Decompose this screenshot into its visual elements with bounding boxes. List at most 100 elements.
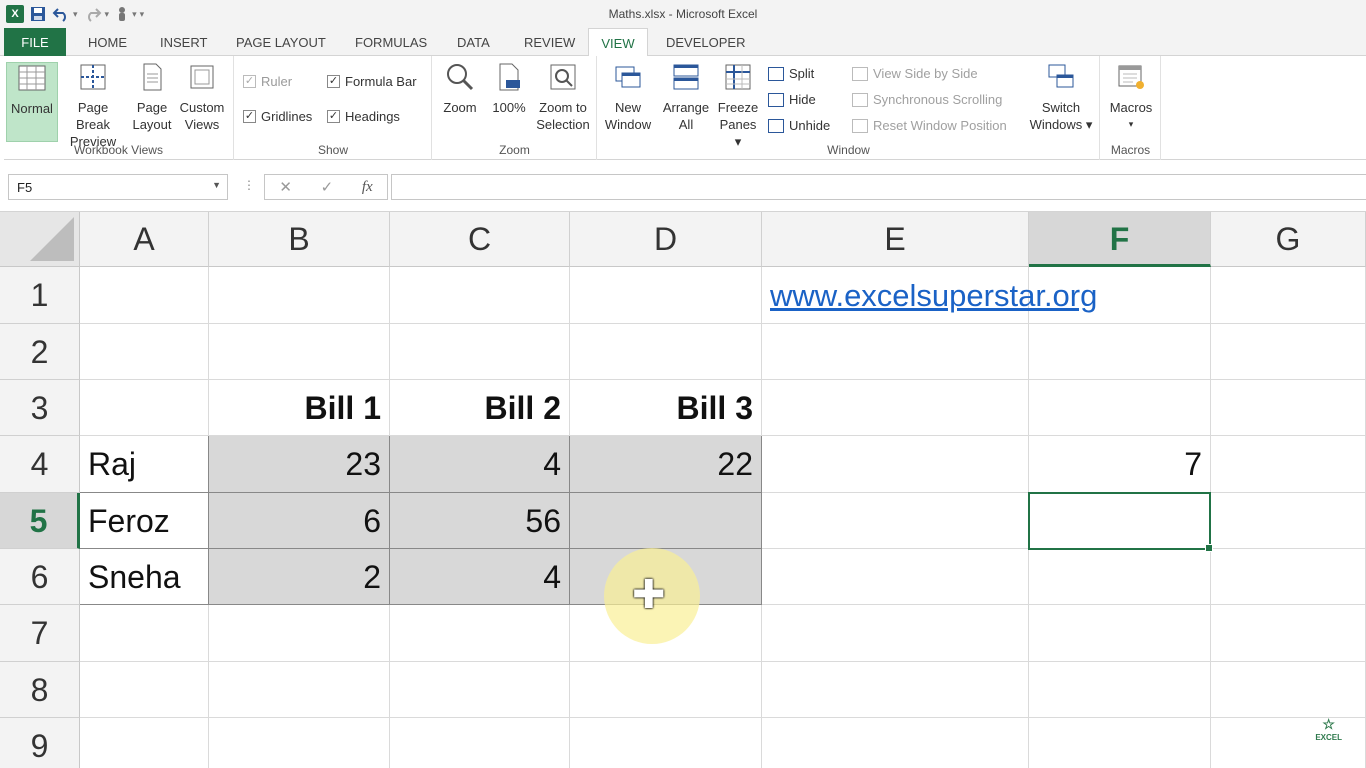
- headings-checkbox[interactable]: ✓ Headings: [327, 109, 400, 124]
- tab-review[interactable]: REVIEW: [524, 28, 575, 56]
- arrange-all-button[interactable]: Arrange All: [658, 62, 714, 133]
- cancel-icon[interactable]: ✕: [279, 178, 292, 196]
- grid-cell[interactable]: [1211, 549, 1366, 605]
- grid-cell[interactable]: [1029, 718, 1211, 768]
- column-header-e[interactable]: E: [762, 212, 1029, 267]
- grid-cell[interactable]: [1029, 605, 1211, 662]
- column-header-g[interactable]: G: [1211, 212, 1366, 267]
- insert-function-icon[interactable]: fx: [362, 179, 373, 196]
- active-cell-selection[interactable]: [1028, 492, 1213, 552]
- column-header-d[interactable]: D: [570, 212, 762, 267]
- column-header-f[interactable]: F: [1029, 212, 1211, 267]
- grid-cell[interactable]: [80, 380, 209, 436]
- macros-button[interactable]: Macros ▾: [1105, 62, 1157, 133]
- gridlines-checkbox[interactable]: ✓ Gridlines: [243, 109, 312, 124]
- page-layout-view-button[interactable]: Page Layout: [130, 62, 174, 133]
- grid-cell[interactable]: [570, 662, 762, 718]
- cell-b3[interactable]: Bill 1: [209, 380, 390, 436]
- reset-window-position-button[interactable]: Reset Window Position: [852, 118, 1007, 133]
- grid-cell[interactable]: [1029, 549, 1211, 605]
- grid-cell[interactable]: [762, 718, 1029, 768]
- custom-views-button[interactable]: Custom Views: [176, 62, 228, 133]
- grid-cell[interactable]: [1029, 324, 1211, 380]
- cell-d3[interactable]: Bill 3: [570, 380, 762, 436]
- row-header-9[interactable]: 9: [0, 718, 80, 768]
- zoom-to-selection-button[interactable]: Zoom to Selection: [533, 62, 593, 133]
- cell-b5[interactable]: 6: [209, 493, 390, 549]
- formula-bar-splitter-icon[interactable]: ⋮: [243, 178, 255, 192]
- grid-cell[interactable]: [1211, 380, 1366, 436]
- grid-cell[interactable]: [1029, 662, 1211, 718]
- column-header-b[interactable]: B: [209, 212, 390, 267]
- tab-home[interactable]: HOME: [88, 28, 127, 56]
- row-header-1[interactable]: 1: [0, 267, 80, 324]
- view-side-by-side-button[interactable]: View Side by Side: [852, 66, 978, 81]
- synchronous-scrolling-button[interactable]: Synchronous Scrolling: [852, 92, 1002, 107]
- row-header-3[interactable]: 3: [0, 380, 80, 436]
- hide-button[interactable]: Hide: [768, 92, 816, 107]
- formula-bar-checkbox[interactable]: ✓ Formula Bar: [327, 74, 417, 89]
- tab-formulas[interactable]: FORMULAS: [355, 28, 427, 56]
- grid-cell[interactable]: [390, 662, 570, 718]
- cell-a6[interactable]: Sneha: [80, 549, 209, 605]
- select-all-button[interactable]: [0, 212, 80, 267]
- cell-d5[interactable]: [570, 493, 762, 549]
- row-header-2[interactable]: 2: [0, 324, 80, 380]
- cell-c5[interactable]: 56: [390, 493, 570, 549]
- grid-cell[interactable]: [570, 718, 762, 768]
- grid-cell[interactable]: [1211, 605, 1366, 662]
- grid-cell[interactable]: [390, 267, 570, 324]
- row-header-4[interactable]: 4: [0, 436, 80, 493]
- grid-cell[interactable]: [762, 436, 1029, 493]
- ruler-checkbox[interactable]: ✓ Ruler: [243, 74, 292, 89]
- cell-d4[interactable]: 22: [570, 436, 762, 493]
- tab-file[interactable]: FILE: [4, 28, 66, 56]
- grid-cell[interactable]: [762, 493, 1029, 549]
- tab-data[interactable]: DATA: [457, 28, 490, 56]
- grid-cell[interactable]: [209, 718, 390, 768]
- grid-cell[interactable]: [762, 380, 1029, 436]
- name-box-dropdown-icon[interactable]: ▼: [212, 180, 221, 190]
- name-box[interactable]: F5 ▼: [8, 174, 228, 200]
- row-header-5[interactable]: 5: [0, 493, 80, 549]
- grid-cell[interactable]: [80, 267, 209, 324]
- grid-cell[interactable]: [80, 605, 209, 662]
- enter-icon[interactable]: ✓: [321, 178, 334, 196]
- cell-c4[interactable]: 4: [390, 436, 570, 493]
- grid-cell[interactable]: [570, 324, 762, 380]
- grid-cell[interactable]: [1029, 380, 1211, 436]
- row-header-6[interactable]: 6: [0, 549, 80, 605]
- column-header-c[interactable]: C: [390, 212, 570, 267]
- normal-view-button[interactable]: Normal: [6, 62, 58, 142]
- zoom-button[interactable]: Zoom: [439, 62, 481, 116]
- grid-cell[interactable]: [1211, 267, 1366, 324]
- grid-cell[interactable]: [80, 662, 209, 718]
- tab-view[interactable]: VIEW: [588, 28, 648, 57]
- tab-page-layout[interactable]: PAGE LAYOUT: [236, 28, 326, 56]
- new-window-button[interactable]: New Window: [602, 62, 654, 133]
- cell-b4[interactable]: 23: [209, 436, 390, 493]
- cell-f4[interactable]: 7: [1029, 436, 1211, 493]
- cell-a5[interactable]: Feroz: [80, 493, 209, 549]
- tab-insert[interactable]: INSERT: [160, 28, 207, 56]
- grid-cell[interactable]: [390, 718, 570, 768]
- grid-cell[interactable]: [570, 267, 762, 324]
- row-header-8[interactable]: 8: [0, 662, 80, 718]
- grid-cell[interactable]: [209, 267, 390, 324]
- grid-cell[interactable]: [762, 662, 1029, 718]
- freeze-panes-button[interactable]: Freeze Panes ▾: [716, 62, 760, 150]
- grid-cell[interactable]: [80, 718, 209, 768]
- tab-developer[interactable]: DEVELOPER: [666, 28, 745, 56]
- grid-cell[interactable]: [209, 605, 390, 662]
- zoom-100-button[interactable]: 100%: [489, 62, 529, 116]
- cell-c6[interactable]: 4: [390, 549, 570, 605]
- grid-cell[interactable]: [1211, 436, 1366, 493]
- grid-cell[interactable]: [762, 605, 1029, 662]
- grid-cell[interactable]: [1211, 662, 1366, 718]
- cell-b6[interactable]: 2: [209, 549, 390, 605]
- page-break-preview-button[interactable]: Page Break Preview: [60, 62, 126, 150]
- grid-cell[interactable]: [1211, 324, 1366, 380]
- grid-cell[interactable]: [1211, 493, 1366, 549]
- cell-e1-hyperlink[interactable]: www.excelsuperstar.org: [762, 267, 1211, 324]
- grid-cell[interactable]: [209, 324, 390, 380]
